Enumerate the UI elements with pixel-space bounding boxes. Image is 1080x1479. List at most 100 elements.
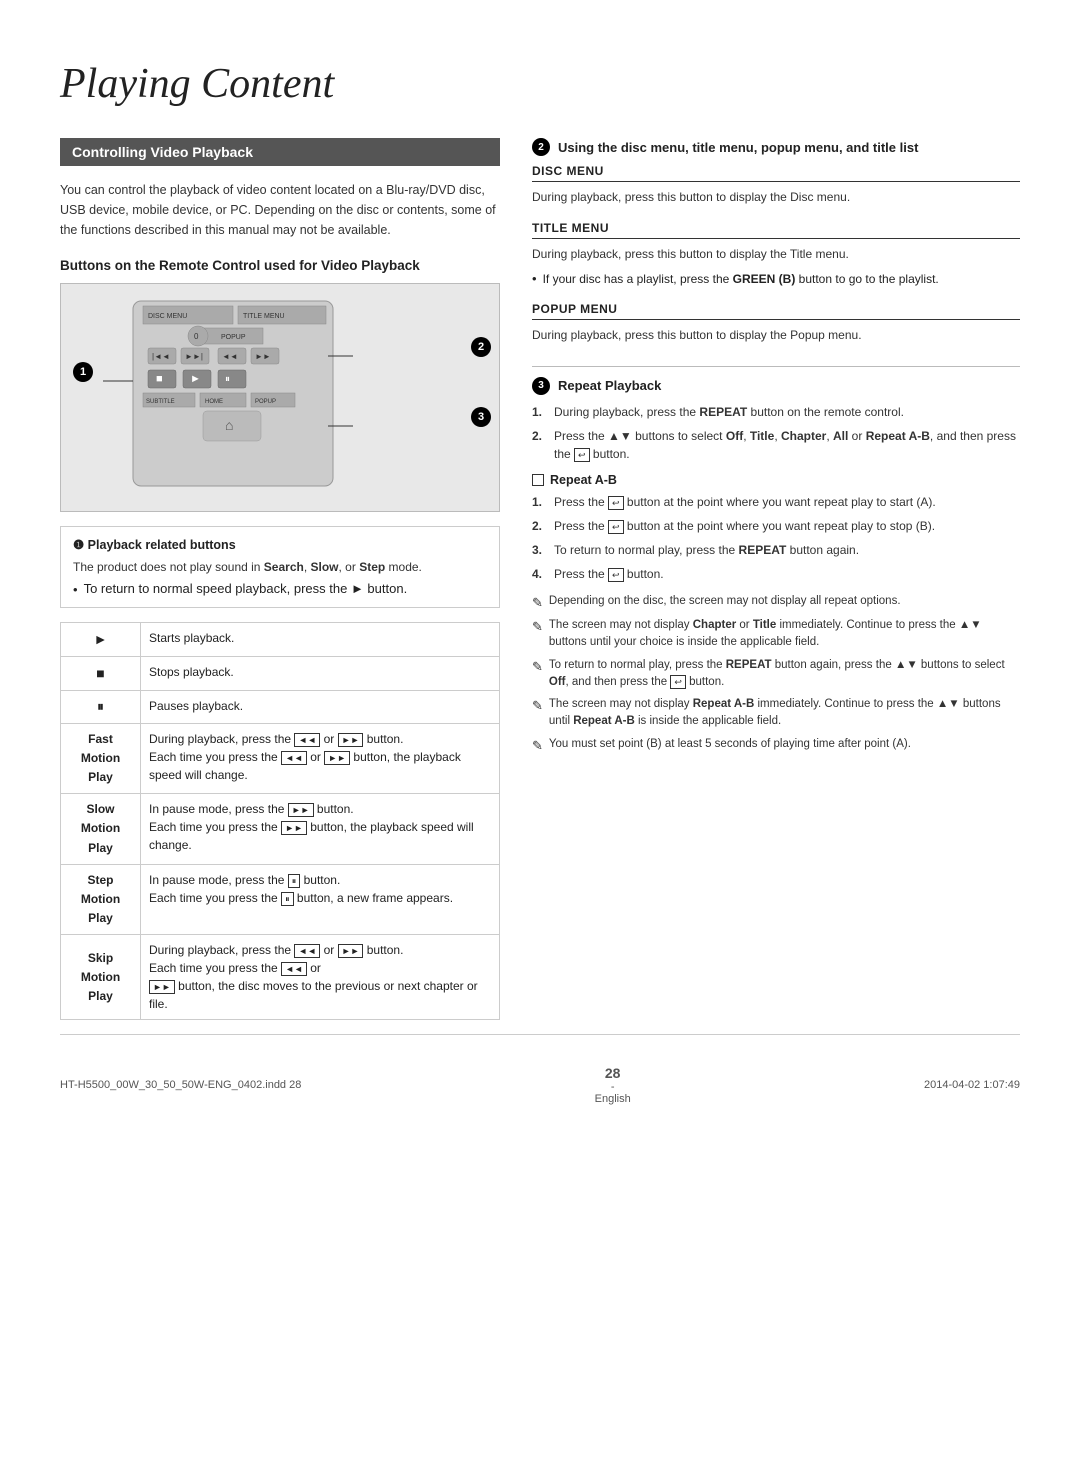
note-line: ✎ The screen may not display Repeat A-B … [532, 696, 1020, 731]
table-cell-icon: ► [61, 623, 141, 657]
num-ab-2: 2. [532, 517, 546, 535]
section-title: Controlling Video Playback [60, 138, 500, 166]
table-row: StepMotionPlay In pause mode, press the … [61, 864, 500, 935]
table-cell-label: SkipMotionPlay [61, 935, 141, 1020]
table-cell-label: SlowMotionPlay [61, 794, 141, 865]
title-menu-text: During playback, press this button to di… [532, 245, 1020, 264]
page-footer: HT-H5500_00W_30_50_50W-ENG_0402.indd 28 … [60, 1034, 1020, 1105]
svg-text:►: ► [190, 373, 201, 385]
ff-icon2: ►► [324, 751, 350, 765]
num-2: 2. [532, 427, 546, 463]
bullet-dot2: • [532, 271, 537, 286]
note-icon-3: ✎ [532, 657, 543, 692]
note-line: ✎ To return to normal play, press the RE… [532, 657, 1020, 692]
enter-icon5: ↩ [670, 675, 686, 689]
table-cell-desc: During playback, press the ◄◄ or ►► butt… [141, 723, 500, 794]
table-cell-desc: Starts playback. [141, 623, 500, 657]
table-cell-desc: Stops playback. [141, 657, 500, 691]
enter-icon3: ↩ [608, 520, 624, 534]
table-cell-label: FastMotionPlay [61, 723, 141, 794]
section2-title: Using the disc menu, title menu, popup m… [558, 140, 918, 155]
note-line: ✎ Depending on the disc, the screen may … [532, 593, 1020, 613]
svg-text:►►|: ►►| [185, 352, 203, 361]
popup-menu-header: POPUP MENU [532, 302, 1020, 320]
intro-text: You can control the playback of video co… [60, 180, 500, 240]
svg-text:⏸: ⏸ [225, 374, 230, 385]
callout-1: 1 [73, 362, 93, 382]
table-cell-desc: In pause mode, press the ►► button. Each… [141, 794, 500, 865]
footer-left: HT-H5500_00W_30_50_50W-ENG_0402.indd 28 [60, 1079, 301, 1091]
svg-text:POPUP: POPUP [221, 334, 246, 341]
table-cell-icon: ■ [61, 657, 141, 691]
note-line: ✎ You must set point (B) at least 5 seco… [532, 736, 1020, 756]
page-title: Playing Content [60, 60, 1020, 108]
list-item: 2. Press the ↩ button at the point where… [532, 517, 1020, 535]
list-item: 1. Press the ↩ button at the point where… [532, 493, 1020, 511]
note-text-5: You must set point (B) at least 5 second… [549, 736, 911, 756]
popup-menu-text: During playback, press this button to di… [532, 326, 1020, 345]
rewind-icon3: ◄◄ [294, 944, 320, 958]
table-cell-icon: ⏸ [61, 691, 141, 724]
svg-text:◄◄: ◄◄ [222, 352, 238, 361]
page-number-block: 28 - English [595, 1065, 631, 1105]
ff-icon: ►► [338, 733, 364, 747]
repeat-ab-step-3: To return to normal play, press the REPE… [554, 541, 859, 559]
svg-text:HOME: HOME [205, 399, 223, 405]
repeat-step-2: Press the ▲▼ buttons to select Off, Titl… [554, 427, 1020, 463]
callout-3-label: 3 [532, 377, 550, 395]
list-item: 4. Press the ↩ button. [532, 565, 1020, 583]
footer-right: 2014-04-02 1:07:49 [924, 1079, 1020, 1091]
list-item: 2. Press the ▲▼ buttons to select Off, T… [532, 427, 1020, 463]
section-repeat: 3 Repeat Playback 1. During playback, pr… [532, 377, 1020, 756]
subsection-title: Buttons on the Remote Control used for V… [60, 258, 500, 273]
title-menu-bullet-text: If your disc has a playlist, press the G… [543, 270, 939, 288]
svg-text:POPUP: POPUP [255, 399, 276, 405]
ff-icon3: ►► [288, 803, 314, 817]
note-icon-1: ✎ [532, 593, 543, 613]
callout-2: 2 [471, 337, 491, 357]
title-menu-header: TITLE MENU [532, 221, 1020, 239]
num-ab-3: 3. [532, 541, 546, 559]
svg-text:SUBTITLE: SUBTITLE [146, 399, 175, 405]
title-menu-section: TITLE MENU During playback, press this b… [532, 221, 1020, 288]
playback-note-text: The product does not play sound in Searc… [73, 558, 487, 577]
enter-icon4: ↩ [608, 568, 624, 582]
svg-text:■: ■ [156, 373, 163, 385]
svg-text:⌂: ⌂ [225, 417, 233, 433]
list-item: 3. To return to normal play, press the R… [532, 541, 1020, 559]
repeat-step-1: During playback, press the REPEAT button… [554, 403, 904, 421]
table-row: SlowMotionPlay In pause mode, press the … [61, 794, 500, 865]
note-text-3: To return to normal play, press the REPE… [549, 657, 1020, 692]
callout-3: 3 [471, 407, 491, 427]
svg-text:|◄◄: |◄◄ [152, 352, 170, 361]
pause-icon2: ⏸ [288, 874, 301, 888]
svg-text:►►: ►► [255, 352, 271, 361]
note-icon-4: ✎ [532, 696, 543, 731]
repeat-ab-header: Repeat A-B [532, 473, 1020, 487]
section2-header: 2 Using the disc menu, title menu, popup… [532, 138, 1020, 156]
pause-icon3: ⏸ [281, 892, 294, 906]
remote-svg: DISC MENU TITLE MENU POPUP 0 |◄◄ ►►| [73, 296, 393, 496]
table-cell-desc: In pause mode, press the ⏸ button. Each … [141, 864, 500, 935]
list-item: 1. During playback, press the REPEAT but… [532, 403, 1020, 421]
svg-text:DISC MENU: DISC MENU [148, 313, 187, 320]
ff-icon6: ►► [149, 980, 175, 994]
table-row: ■ Stops playback. [61, 657, 500, 691]
ff-icon5: ►► [338, 944, 364, 958]
repeat-ab-step-4: Press the ↩ button. [554, 565, 664, 583]
repeat-ab-step-2: Press the ↩ button at the point where yo… [554, 517, 935, 535]
num-1: 1. [532, 403, 546, 421]
note-text-1: Depending on the disc, the screen may no… [549, 593, 901, 613]
remote-diagram: DISC MENU TITLE MENU POPUP 0 |◄◄ ►►| [60, 283, 500, 512]
right-column: 2 Using the disc menu, title menu, popup… [532, 138, 1020, 1034]
section3-title: Repeat Playback [558, 378, 661, 393]
stop-icon: ■ [96, 665, 104, 681]
repeat-ab-step-1: Press the ↩ button at the point where yo… [554, 493, 936, 511]
repeat-ab-title: Repeat A-B [550, 473, 617, 487]
note-line: ✎ The screen may not display Chapter or … [532, 617, 1020, 652]
notes-section: ✎ Depending on the disc, the screen may … [532, 593, 1020, 756]
page-container: Playing Content Controlling Video Playba… [0, 0, 1080, 1145]
rewind-icon2: ◄◄ [281, 751, 307, 765]
note-icon-5: ✎ [532, 736, 543, 756]
table-cell-desc: During playback, press the ◄◄ or ►► butt… [141, 935, 500, 1020]
